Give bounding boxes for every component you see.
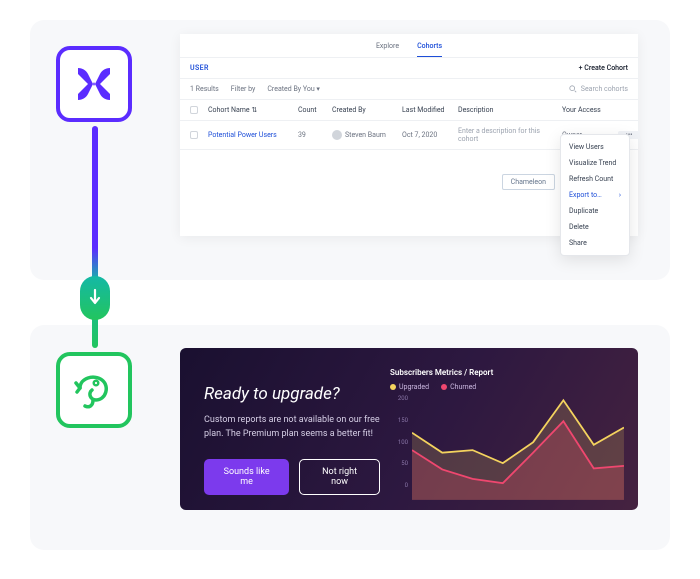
- chart-legend: Upgraded Churned: [390, 383, 624, 391]
- legend-dot-upgraded: [390, 384, 396, 390]
- subscribers-chart: 200 150 100 50 0: [390, 395, 624, 489]
- menu-export-to[interactable]: Export to…›: [561, 187, 629, 203]
- cohort-description-input[interactable]: Enter a description for this cohort: [458, 127, 558, 143]
- menu-duplicate[interactable]: Duplicate: [561, 203, 629, 219]
- select-all-checkbox[interactable]: [190, 106, 198, 114]
- promo-title: Ready to upgrade?: [204, 384, 380, 404]
- results-count: 1 Results: [190, 85, 219, 93]
- chart-title: Subscribers Metrics / Report: [390, 368, 624, 377]
- menu-visualize-trend[interactable]: Visualize Trend: [561, 155, 629, 171]
- flow-arrow-pill: [80, 276, 110, 320]
- app-tabs: Explore Cohorts: [180, 34, 638, 58]
- cohort-count: 39: [298, 131, 328, 139]
- search-icon: [569, 85, 577, 93]
- col-description: Description: [458, 106, 558, 114]
- chameleon-brand-icon: [70, 366, 118, 414]
- cohort-last-modified: Oct 7, 2020: [402, 131, 454, 139]
- col-access: Your Access: [562, 106, 614, 114]
- upgrade-promo-panel: Ready to upgrade? Custom reports are not…: [180, 348, 638, 510]
- cohort-created-by: Steven Baum: [332, 130, 398, 140]
- not-right-now-button[interactable]: Not right now: [299, 459, 380, 495]
- row-context-menu: View Users Visualize Trend Refresh Count…: [560, 134, 630, 256]
- filter-by-label: Filter by: [231, 85, 256, 93]
- col-last-modified[interactable]: Last Modified: [402, 106, 454, 114]
- col-created-by[interactable]: Created By: [332, 106, 398, 114]
- search-input[interactable]: Search cohorts: [581, 85, 628, 93]
- col-count[interactable]: Count: [298, 106, 328, 114]
- menu-refresh-count[interactable]: Refresh Count: [561, 171, 629, 187]
- menu-delete[interactable]: Delete: [561, 219, 629, 235]
- col-name[interactable]: Cohort Name ⇅: [208, 106, 294, 114]
- legend-dot-churned: [441, 384, 447, 390]
- filter-by-select[interactable]: Created By You ▾: [267, 85, 320, 93]
- chameleon-export-tag[interactable]: Chameleon: [502, 174, 555, 190]
- menu-share[interactable]: Share: [561, 235, 629, 251]
- create-cohort-button[interactable]: + Create Cohort: [579, 64, 628, 72]
- sounds-like-me-button[interactable]: Sounds like me: [204, 459, 289, 495]
- x-brand-logo: [56, 46, 132, 122]
- table-header: Cohort Name ⇅ Count Created By Last Modi…: [180, 100, 638, 121]
- avatar-icon: [332, 130, 342, 140]
- chart-plot-area: [412, 395, 624, 500]
- chameleon-logo: [56, 352, 132, 428]
- x-brand-icon: [72, 62, 116, 106]
- cohorts-app-panel: Explore Cohorts USER + Create Cohort 1 R…: [180, 34, 638, 236]
- tab-cohorts[interactable]: Cohorts: [417, 42, 442, 57]
- chart-y-axis: 200 150 100 50 0: [390, 395, 408, 489]
- promo-body: Custom reports are not available on our …: [204, 414, 380, 441]
- tab-explore[interactable]: Explore: [376, 42, 399, 57]
- chevron-right-icon: ›: [619, 191, 621, 199]
- user-filter-chip[interactable]: USER: [190, 64, 209, 72]
- menu-view-users[interactable]: View Users: [561, 139, 629, 155]
- row-checkbox[interactable]: [190, 131, 198, 139]
- arrow-down-icon: [88, 288, 102, 308]
- cohort-name-link[interactable]: Potential Power Users: [208, 131, 294, 139]
